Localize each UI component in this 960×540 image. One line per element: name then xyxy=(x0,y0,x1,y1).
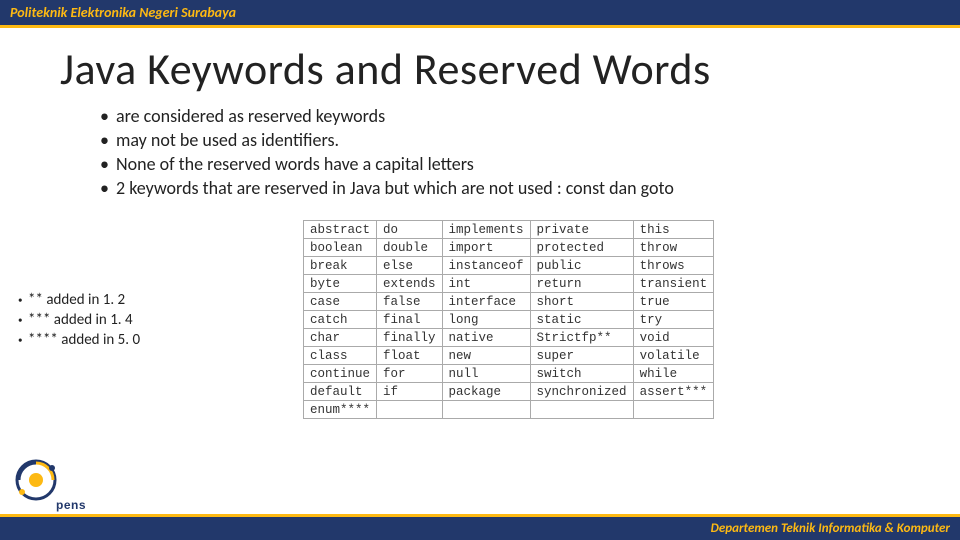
bottom-footer: Departemen Teknik Informatika & Komputer xyxy=(0,514,960,540)
logo-text: pens xyxy=(56,498,86,512)
keyword-cell: true xyxy=(633,293,714,311)
keyword-cell: Strictfp** xyxy=(530,329,633,347)
table-row: continuefornullswitchwhile xyxy=(304,365,714,383)
keyword-cell: package xyxy=(442,383,530,401)
top-header: Politeknik Elektronika Negeri Surabaya xyxy=(0,0,960,28)
keyword-cell: enum**** xyxy=(304,401,377,419)
keyword-cell: instanceof xyxy=(442,257,530,275)
keyword-cell: transient xyxy=(633,275,714,293)
keyword-cell: super xyxy=(530,347,633,365)
page-title: Java Keywords and Reserved Words xyxy=(60,42,960,96)
keyword-cell: else xyxy=(377,257,443,275)
keyword-cell: break xyxy=(304,257,377,275)
keyword-cell: implements xyxy=(442,221,530,239)
keyword-cell: class xyxy=(304,347,377,365)
footnote-item: •**** added in 5. 0 xyxy=(18,330,303,350)
table-row: charfinallynativeStrictfp**void xyxy=(304,329,714,347)
footnote-item: •** added in 1. 2 xyxy=(18,290,303,310)
keyword-cell: try xyxy=(633,311,714,329)
dept-name: Departemen Teknik Informatika & Komputer xyxy=(711,521,950,536)
table-row: abstractdoimplementsprivatethis xyxy=(304,221,714,239)
keyword-cell: new xyxy=(442,347,530,365)
pens-logo: pens xyxy=(14,458,106,516)
keyword-cell: continue xyxy=(304,365,377,383)
keyword-cell: finally xyxy=(377,329,443,347)
keyword-cell: protected xyxy=(530,239,633,257)
table-row: catchfinallongstatictry xyxy=(304,311,714,329)
table-row: classfloatnewsupervolatile xyxy=(304,347,714,365)
keyword-cell: false xyxy=(377,293,443,311)
keyword-cell xyxy=(377,401,443,419)
keyword-cell xyxy=(633,401,714,419)
keyword-cell: void xyxy=(633,329,714,347)
keyword-cell: boolean xyxy=(304,239,377,257)
keyword-cell: assert*** xyxy=(633,383,714,401)
keyword-cell: switch xyxy=(530,365,633,383)
keyword-cell: extends xyxy=(377,275,443,293)
table-row: booleandoubleimportprotectedthrow xyxy=(304,239,714,257)
keyword-cell: for xyxy=(377,365,443,383)
table-row: byteextendsintreturntransient xyxy=(304,275,714,293)
table-row: enum**** xyxy=(304,401,714,419)
bullet-item: •2 keywords that are reserved in Java bu… xyxy=(100,176,960,200)
footnotes: •** added in 1. 2 •*** added in 1. 4 •**… xyxy=(18,220,303,350)
bullet-item: •are considered as reserved keywords xyxy=(100,104,960,128)
keyword-cell: char xyxy=(304,329,377,347)
keywords-table: abstractdoimplementsprivatethisbooleando… xyxy=(303,220,714,419)
footnote-item: •*** added in 1. 4 xyxy=(18,310,303,330)
keyword-cell: null xyxy=(442,365,530,383)
table-row: casefalseinterfaceshorttrue xyxy=(304,293,714,311)
keyword-cell: this xyxy=(633,221,714,239)
table-row: breakelseinstanceofpublicthrows xyxy=(304,257,714,275)
table-row: defaultifpackagesynchronizedassert*** xyxy=(304,383,714,401)
keyword-cell: long xyxy=(442,311,530,329)
keyword-cell: interface xyxy=(442,293,530,311)
keyword-cell: do xyxy=(377,221,443,239)
keyword-cell: abstract xyxy=(304,221,377,239)
keyword-cell: final xyxy=(377,311,443,329)
keyword-cell: catch xyxy=(304,311,377,329)
keyword-cell: throw xyxy=(633,239,714,257)
keyword-cell: throws xyxy=(633,257,714,275)
bullet-item: •may not be used as identifiers. xyxy=(100,128,960,152)
bullet-item: •None of the reserved words have a capit… xyxy=(100,152,960,176)
keyword-cell: public xyxy=(530,257,633,275)
keyword-cell: double xyxy=(377,239,443,257)
org-name: Politeknik Elektronika Negeri Surabaya xyxy=(10,4,236,21)
keyword-cell: default xyxy=(304,383,377,401)
keyword-cell: synchronized xyxy=(530,383,633,401)
keyword-cell: byte xyxy=(304,275,377,293)
keyword-cell: private xyxy=(530,221,633,239)
keyword-cell: if xyxy=(377,383,443,401)
keyword-cell: short xyxy=(530,293,633,311)
keyword-cell: float xyxy=(377,347,443,365)
keyword-cell: static xyxy=(530,311,633,329)
keyword-cell: return xyxy=(530,275,633,293)
keyword-cell: while xyxy=(633,365,714,383)
keyword-cell: volatile xyxy=(633,347,714,365)
keyword-cell xyxy=(442,401,530,419)
keyword-cell: native xyxy=(442,329,530,347)
bullet-list: •are considered as reserved keywords •ma… xyxy=(100,104,960,200)
keyword-cell: case xyxy=(304,293,377,311)
keyword-cell: int xyxy=(442,275,530,293)
keyword-cell: import xyxy=(442,239,530,257)
keyword-cell xyxy=(530,401,633,419)
